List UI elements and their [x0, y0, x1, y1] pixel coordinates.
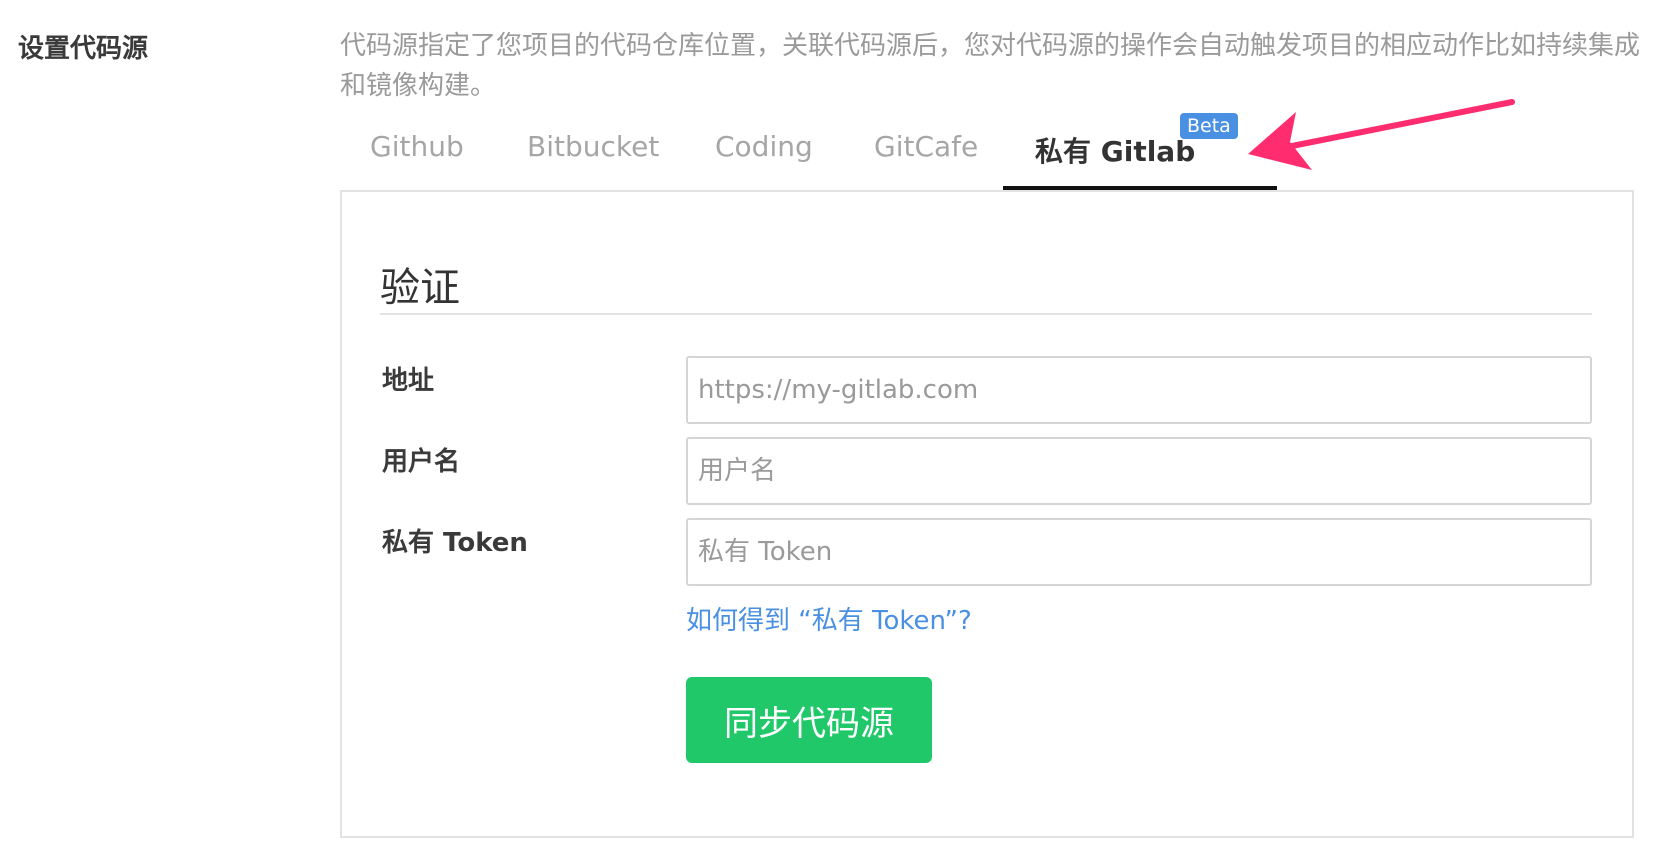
- username-label: 用户名: [382, 447, 461, 477]
- username-input[interactable]: [686, 437, 1592, 505]
- sync-source-button[interactable]: 同步代码源: [686, 677, 932, 763]
- tab-bitbucket[interactable]: Bitbucket: [527, 130, 659, 163]
- gitlab-settings-panel: [340, 190, 1634, 838]
- tab-coding[interactable]: Coding: [715, 130, 813, 163]
- annotation-arrow-icon: [1248, 99, 1515, 170]
- address-input[interactable]: [686, 356, 1592, 424]
- private-token-label: 私有 Token: [382, 528, 528, 558]
- tab-private-gitlab[interactable]: 私有 Gitlab: [1035, 130, 1195, 170]
- address-label: 地址: [382, 366, 435, 396]
- private-token-input[interactable]: [686, 518, 1592, 586]
- panel-heading: 验证: [380, 265, 460, 311]
- token-help-link[interactable]: 如何得到 “私有 Token”?: [686, 600, 972, 637]
- section-title: 设置代码源: [18, 34, 149, 64]
- panel-divider: [380, 313, 1592, 315]
- tab-github[interactable]: Github: [370, 130, 464, 163]
- tab-gitcafe[interactable]: GitCafe: [874, 130, 978, 163]
